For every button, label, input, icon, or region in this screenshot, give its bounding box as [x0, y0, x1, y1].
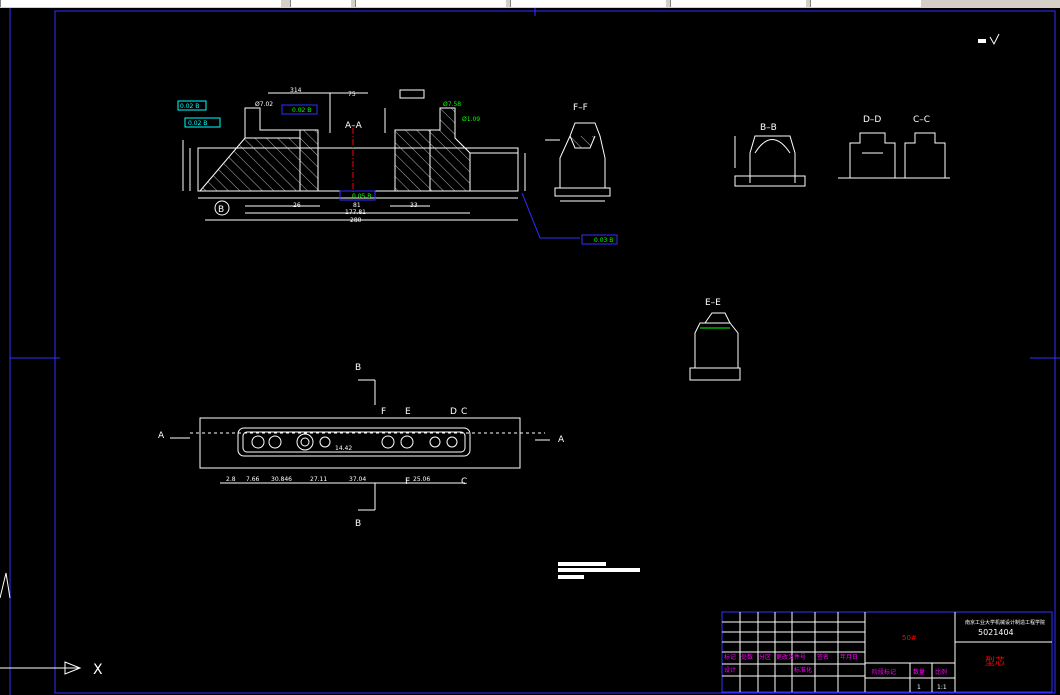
- dim-26: 26: [293, 202, 301, 209]
- titleblock-cell-mark: 标记: [724, 653, 736, 661]
- tolerance-frame-left-2: 0.02 B: [184, 117, 221, 128]
- titleblock-company: 南京工业大学机械设计制造工程学院: [965, 619, 1045, 626]
- titleblock-scale-value: 1:1: [937, 684, 947, 691]
- titleblock-cell-zone: 分区: [759, 653, 771, 661]
- dim-14-42: 14.42: [335, 445, 352, 452]
- section-view-bb: [734, 135, 806, 187]
- roughness-symbol-topright: [978, 33, 1000, 46]
- cut-label-a-left: A: [158, 431, 165, 441]
- plan-view: [170, 379, 550, 511]
- dim-dia-109: Ø1.09: [462, 116, 480, 123]
- dim-37-04: 37.04: [349, 476, 366, 483]
- cut-label-a-right: A: [558, 435, 565, 445]
- tolerance-frame-mid: 0.02 B: [281, 104, 318, 115]
- titleblock-cell-count: 处数: [741, 653, 753, 661]
- titleblock-cell-stage: 阶段标记: [872, 668, 896, 676]
- titleblock-cell-change-doc: 更改文件号: [776, 653, 806, 661]
- dim-7-66: 7.66: [246, 476, 260, 483]
- svg-text:0.05 B: 0.05 B: [352, 193, 371, 200]
- note-line-1: [558, 562, 606, 566]
- dim-33: 33: [410, 202, 418, 209]
- section-label-aa: A–A: [345, 121, 363, 131]
- titleblock-cell-qty: 数量: [913, 668, 925, 676]
- cut-label-f2: F: [405, 477, 410, 487]
- titleblock-cell-standard: 标准化: [794, 666, 812, 674]
- datum-label-b: B: [218, 205, 224, 215]
- dim-25-06: 25.06: [413, 476, 430, 483]
- dim-27-11: 27.11: [310, 476, 327, 483]
- dim-314: 314: [290, 87, 302, 94]
- cut-label-c: C: [461, 407, 467, 417]
- application-toolbar-strip: [0, 0, 1060, 8]
- tolerance-frame-outside: 0.03 B: [581, 234, 618, 245]
- toolbar-field-3[interactable]: [355, 0, 506, 7]
- roughness-box: [399, 89, 425, 99]
- cut-label-e: E: [405, 407, 411, 417]
- dim-81: 81: [353, 202, 361, 209]
- toolbar-field-6[interactable]: [810, 0, 921, 7]
- titleblock-part-name: 型芯: [985, 655, 1005, 668]
- section-view-cc: [900, 132, 950, 179]
- svg-text:0.02 B: 0.02 B: [188, 120, 207, 127]
- titleblock-cell-design: 设计: [724, 666, 736, 674]
- toolbar-field-4[interactable]: [510, 0, 666, 7]
- titleblock-drawing-number: 5021404: [978, 628, 1014, 637]
- cut-label-b-bottom: B: [355, 519, 361, 529]
- section-label-bb: B–B: [760, 123, 777, 133]
- section-view-ff: [545, 122, 611, 202]
- section-label-ee: E–E: [705, 298, 721, 308]
- section-view-ee: [689, 312, 741, 381]
- cut-label-c2: C: [461, 477, 467, 487]
- dim-30-846: 30.846: [271, 476, 292, 483]
- tolerance-frame-bottom: 0.05 B: [339, 190, 376, 201]
- section-label-ff: F–F: [573, 103, 588, 113]
- drawing-frame: [54, 10, 1056, 694]
- svg-text:0.02 B: 0.02 B: [292, 107, 311, 114]
- titleblock-cell-scale: 比例: [935, 668, 947, 676]
- cut-label-d: D: [450, 407, 457, 417]
- dim-75: 75: [348, 91, 356, 98]
- section-label-dd: D–D: [863, 115, 881, 125]
- ucs-x-label: X: [93, 662, 103, 678]
- dim-177: 177.81: [345, 209, 366, 216]
- dim-dia-702: Ø7.02: [255, 101, 273, 108]
- note-line-2: [558, 568, 640, 572]
- titleblock-cell-date: 年月日: [840, 653, 858, 661]
- titleblock-cell-sign: 签名: [817, 653, 829, 661]
- svg-text:0.03 B: 0.03 B: [594, 237, 613, 244]
- main-section-view: B: [182, 92, 580, 239]
- titleblock-material: 50#: [902, 634, 917, 642]
- svg-text:0.02 B: 0.02 B: [180, 103, 199, 110]
- tolerance-frame-top-left: 0.02 B: [177, 100, 207, 111]
- cut-label-f1: F: [381, 407, 386, 417]
- dim-dia-758: Ø7.58: [443, 101, 461, 108]
- section-view-dd: [838, 132, 900, 179]
- toolbar-field-1[interactable]: [0, 0, 281, 7]
- section-label-cc: C–C: [913, 115, 930, 125]
- drawing-canvas[interactable]: B A–A 314 75 280 177.81 81 26 33 0.02 B …: [0, 8, 1060, 695]
- toolbar-field-2[interactable]: [290, 0, 351, 7]
- titleblock-qty-value: 1: [917, 684, 921, 691]
- toolbar-field-5[interactable]: [670, 0, 806, 7]
- ucs-icon: [0, 572, 82, 675]
- dim-280: 280: [350, 217, 362, 224]
- dim-2-8: 2.8: [226, 476, 236, 483]
- cut-label-b-top: B: [355, 363, 361, 373]
- note-line-3: [558, 575, 584, 579]
